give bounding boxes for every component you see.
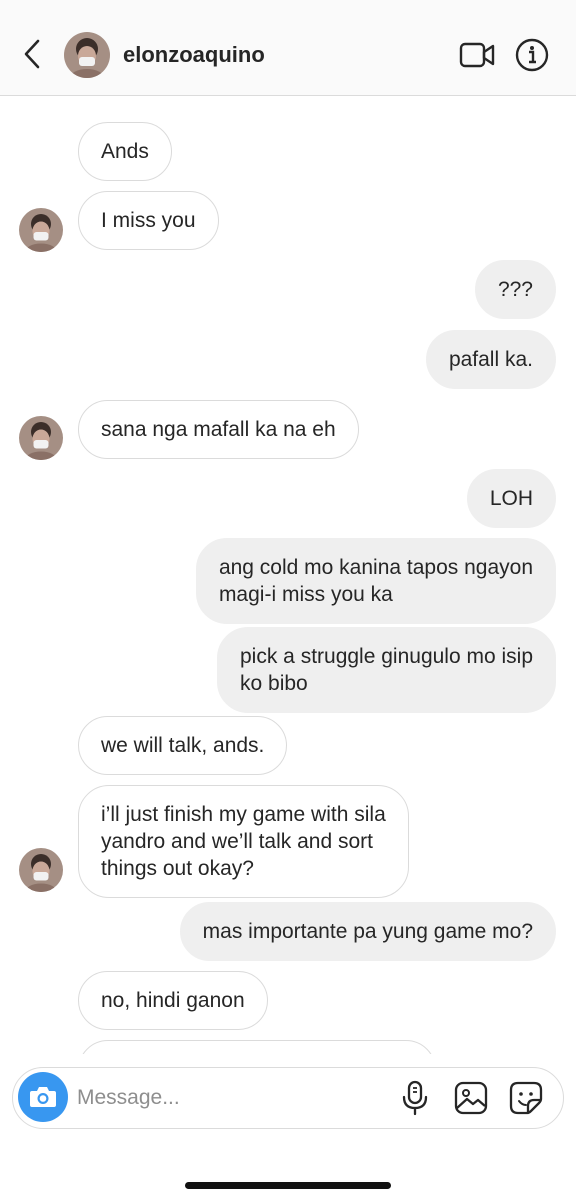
microphone-icon: [402, 1080, 428, 1116]
sender-avatar: [19, 208, 63, 252]
message-bubble-outgoing[interactable]: LOH: [466, 469, 556, 528]
message-bubble-incoming[interactable]: i’ll just finish my game with sila yandr…: [78, 785, 409, 898]
message-input[interactable]: [77, 1082, 377, 1114]
message-composer: [12, 1067, 564, 1129]
camera-icon: [30, 1087, 56, 1107]
sender-avatar: [19, 416, 63, 460]
message-bubble-outgoing[interactable]: mas importante pa yung game mo?: [179, 902, 556, 961]
message-bubble-outgoing[interactable]: ang cold mo kanina tapos ngayon magi-i m…: [195, 538, 556, 624]
message-bubble-incoming[interactable]: sana nga mafall ka na eh: [78, 400, 359, 459]
sticker-icon: [509, 1081, 543, 1115]
gallery-icon: [454, 1081, 488, 1115]
sticker-button[interactable]: [509, 1081, 543, 1115]
info-button[interactable]: [515, 38, 549, 72]
message-bubble-outgoing[interactable]: ???: [474, 260, 556, 319]
chat-header: elonzoaquino: [0, 0, 576, 96]
chevron-left-icon: [24, 39, 40, 69]
info-icon: [515, 38, 549, 72]
back-button[interactable]: [18, 36, 46, 72]
avatar[interactable]: [64, 32, 110, 78]
gallery-button[interactable]: [454, 1081, 488, 1115]
message-bubble-incoming[interactable]: I miss you: [78, 191, 219, 250]
video-camera-icon: [459, 42, 495, 68]
message-thread[interactable]: Ands I miss you ??? pafall ka. sana nga …: [0, 96, 576, 1054]
message-bubble-outgoing[interactable]: pafall ka.: [425, 330, 556, 389]
message-bubble-incoming[interactable]: Ands: [78, 122, 172, 181]
message-bubble-incoming[interactable]: no, hindi ganon: [78, 971, 268, 1030]
username[interactable]: elonzoaquino: [123, 42, 265, 68]
message-bubble-incoming[interactable]: we will talk, ands.: [78, 716, 288, 775]
voice-message-button[interactable]: [400, 1080, 430, 1116]
camera-button[interactable]: [18, 1072, 68, 1122]
message-bubble-incoming-partial[interactable]: [78, 1040, 436, 1054]
video-call-button[interactable]: [459, 40, 495, 70]
home-indicator[interactable]: [185, 1182, 391, 1189]
sender-avatar: [19, 848, 63, 892]
message-bubble-outgoing[interactable]: pick a struggle ginugulo mo isip ko bibo: [217, 627, 556, 713]
